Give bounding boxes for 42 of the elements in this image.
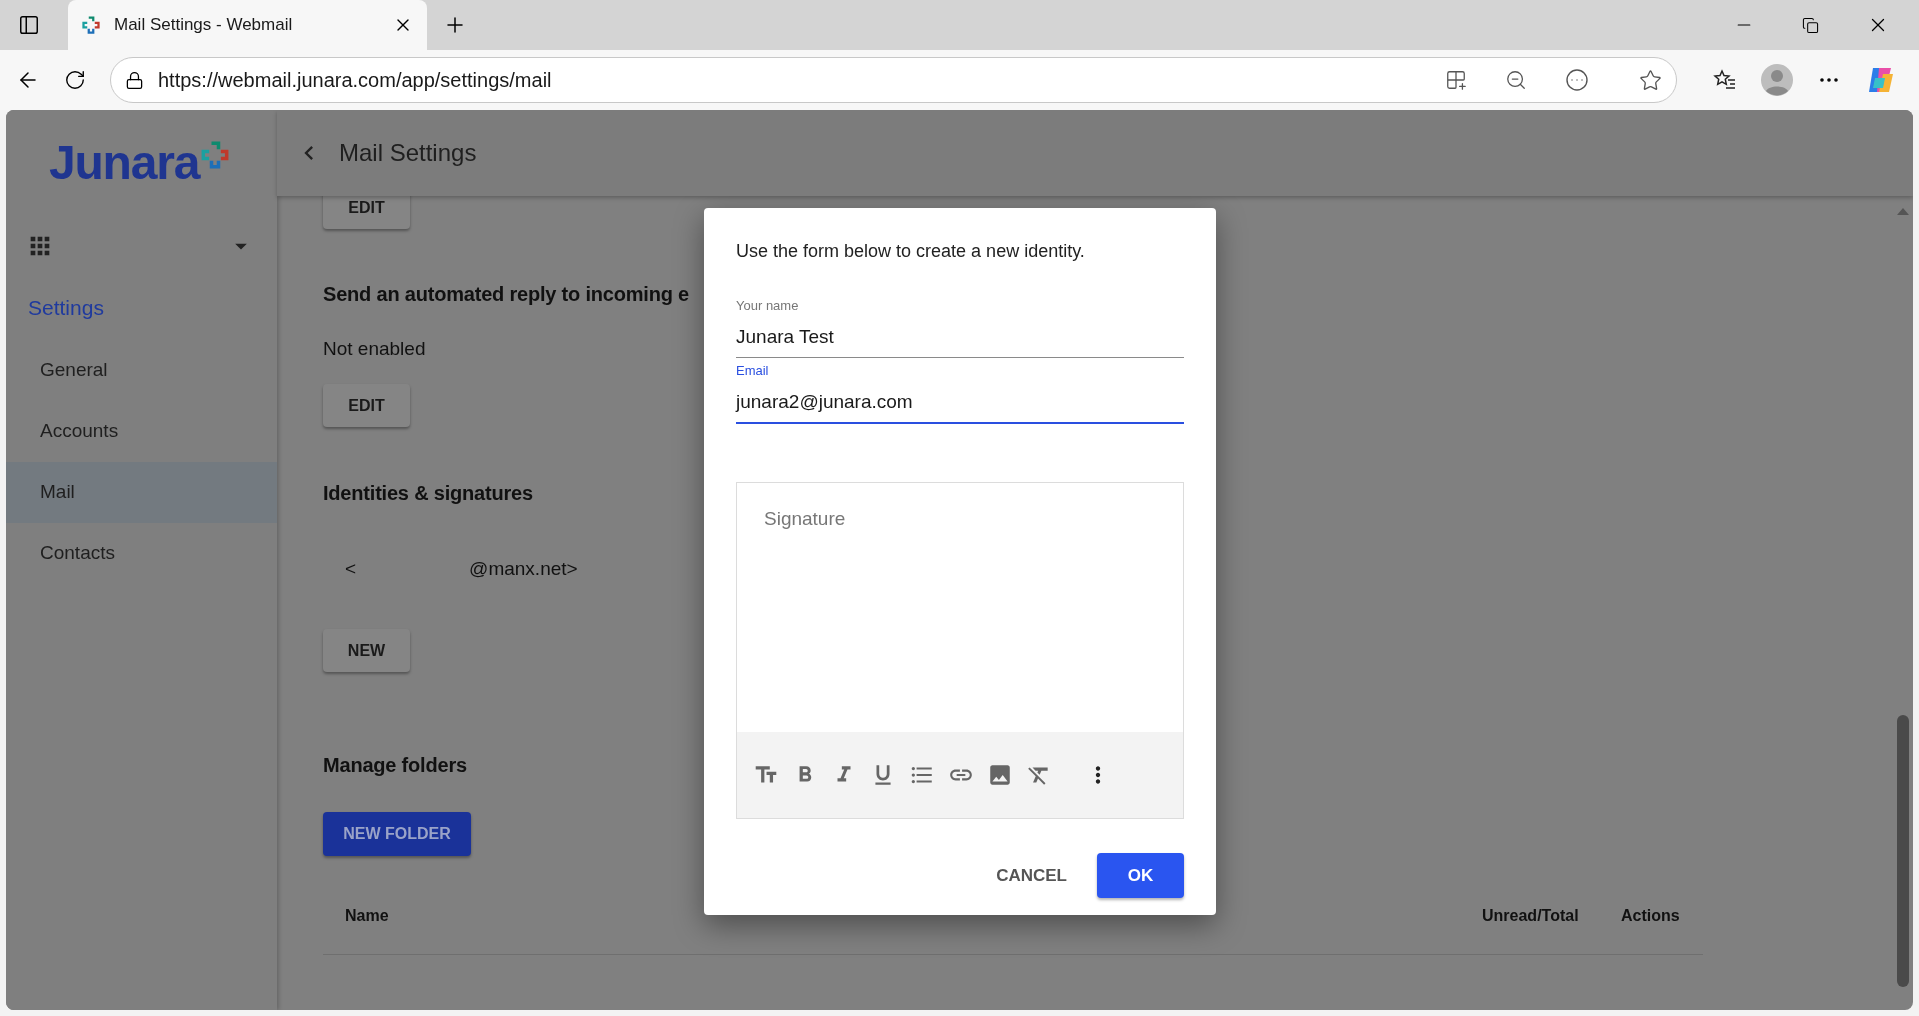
sidebar-section-title: Settings <box>28 295 104 322</box>
status-text: Not enabled <box>323 337 426 361</box>
column-header: Name <box>344 906 390 926</box>
logo-mark-icon <box>82 16 100 34</box>
text-field[interactable]: Your name Junara Test <box>736 298 1184 358</box>
browser-tab[interactable]: Mail Settings - Webmail <box>68 0 427 50</box>
sidebar-item[interactable]: Contacts <box>6 523 277 584</box>
tab-actions-icon[interactable] <box>18 14 40 36</box>
reload-icon[interactable] <box>64 69 86 91</box>
apps-icon[interactable] <box>1445 69 1467 91</box>
column-header: Actions <box>1621 906 1681 926</box>
text-field[interactable]: Email junara2@junara.com <box>736 363 1184 424</box>
url-text: https://webmail.junara.com/app/settings/mail <box>158 68 553 93</box>
column-header: Unread/Total <box>1482 906 1580 926</box>
more-icon[interactable] <box>1565 68 1589 92</box>
address-bar[interactable]: https://webmail.junara.com/app/settings/mail <box>110 57 1677 103</box>
sidebar-item[interactable]: General <box>6 340 277 401</box>
identity-text: @manx.net> <box>469 557 578 581</box>
favorites-icon[interactable] <box>1713 68 1737 92</box>
logo-mark-icon <box>201 141 230 169</box>
section-heading: Send an automated reply to incoming e <box>323 282 689 307</box>
restore-icon[interactable] <box>1802 16 1819 34</box>
cancel-button[interactable]: CANCEL <box>986 853 1077 898</box>
new-button[interactable]: NEW <box>323 629 410 672</box>
logo-text: Junara <box>49 135 200 191</box>
section-heading: Manage folders <box>323 753 467 778</box>
tab-title: Mail Settings - Webmail <box>114 14 294 37</box>
dialog-intro: Use the form below to create a new identity. <box>736 240 1086 263</box>
edit-button[interactable]: EDIT <box>323 384 410 427</box>
image-icon[interactable] <box>987 762 1013 788</box>
sidebar-item[interactable]: Accounts <box>6 401 277 462</box>
page-title: Mail Settings <box>339 138 477 168</box>
favorite-star-icon[interactable] <box>1639 68 1662 92</box>
section-heading: Identities & signatures <box>323 481 533 506</box>
sidebar-item[interactable]: Mail <box>6 462 277 523</box>
ok-button[interactable]: OK <box>1097 853 1184 898</box>
new-folder-button[interactable]: NEW FOLDER <box>323 812 471 856</box>
lock-icon <box>125 70 144 90</box>
edit-button[interactable]: EDIT <box>323 196 410 229</box>
identity-text: < <box>345 557 357 581</box>
profile-avatar-icon[interactable] <box>1761 64 1793 96</box>
zoom-out-icon[interactable] <box>1505 69 1527 91</box>
